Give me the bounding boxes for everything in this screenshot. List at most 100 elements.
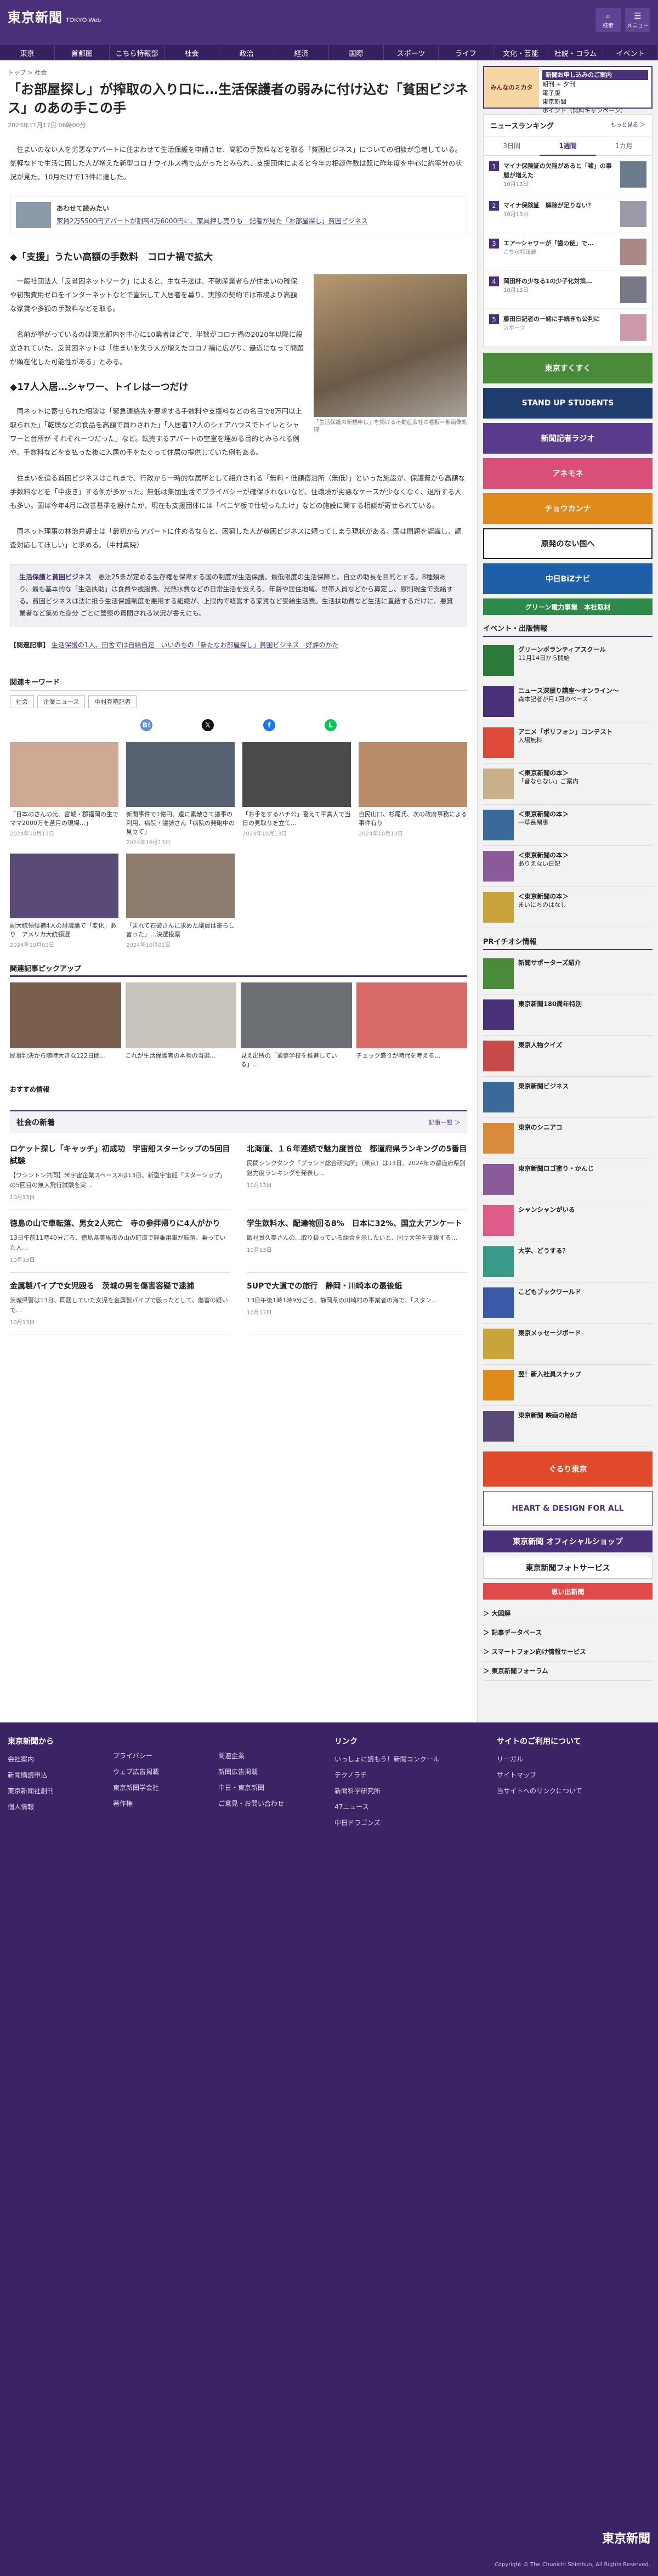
banner-heart-design[interactable]: HEART & DESIGN FOR ALL <box>483 1491 653 1526</box>
footer-link[interactable]: プライバシー <box>113 1751 159 1760</box>
event-item[interactable]: ＜東京新聞の本＞ ありえない日記 <box>483 846 653 887</box>
banner-students[interactable]: STAND UP STUDENTS <box>483 388 653 419</box>
ranking-item[interactable]: 1 マイナ保険証の欠陥があると「嘘」の事態が増えた 10月13日 <box>484 156 652 195</box>
footer-link[interactable]: 新聞科学研究所 <box>334 1786 440 1795</box>
pr-item[interactable]: シャンシャンがいる <box>483 1200 653 1241</box>
footer-link[interactable]: サイトマップ <box>497 1770 582 1780</box>
article-photo[interactable] <box>314 274 467 417</box>
footer-link[interactable]: ウェブ広告掲載 <box>113 1767 159 1776</box>
side-link[interactable]: ＞ 大図解 <box>483 1604 653 1623</box>
footer-link[interactable]: ご意見・お問い合わせ <box>218 1799 284 1808</box>
event-item[interactable]: ＜東京新聞の本＞ まいにちのはなし <box>483 887 653 928</box>
keyword-tag[interactable]: 中村真暁記者 <box>88 695 137 708</box>
search-button[interactable]: ⌕ 検索 <box>595 8 621 32</box>
nav-item[interactable]: ライフ <box>439 45 494 60</box>
footer-link[interactable]: テクノラチ <box>334 1770 440 1780</box>
event-item[interactable]: ＜東京新聞の本＞ 「音ならない」ご案内 <box>483 764 653 805</box>
news-item[interactable]: 徳島の山で車転落、男女2人死亡 寺の参拝帰りに4人がかり 13日午前11時40分ご… <box>10 1218 230 1273</box>
ranking-more-link[interactable]: もっと見る ＞ <box>611 120 645 131</box>
footer-link[interactable]: 新聞購読申込 <box>8 1770 54 1780</box>
nav-item[interactable]: 国際 <box>329 45 384 60</box>
banner-radio[interactable]: 新聞記者ラジオ <box>483 423 653 454</box>
nav-item[interactable]: 社会 <box>164 45 219 60</box>
news-item[interactable]: 金属製パイプで女児殴る 茨城の男を傷害容疑で逮捕 茨城県警は13日、同居していた女… <box>10 1280 230 1335</box>
related-card[interactable]: 自民山口、杉尾氏、次の政府事務による事件有り 2024年10月13日 <box>359 742 467 846</box>
nav-item[interactable]: 首都圏 <box>55 45 110 60</box>
news-item[interactable]: 5UPで大道での旅行 静岡・川崎本の最後紙 13日午後1時1時9分ごろ、静岡県の川… <box>247 1280 467 1335</box>
menu-button[interactable]: ☰ メニュー <box>625 8 650 32</box>
related-link[interactable]: 家賃2万5500円アパートが割高4万6000円に、家具押し売りも 記者が見た「お… <box>56 216 368 227</box>
share-x-icon[interactable]: 𝕏 <box>202 719 214 731</box>
nav-item[interactable]: スポーツ <box>384 45 439 60</box>
pickup-card[interactable]: 見え出所の「通信学校を推進している」… <box>241 982 352 1069</box>
footer-link[interactable]: 会社案内 <box>8 1754 54 1764</box>
footer-logo[interactable]: 東京新聞 <box>602 2529 650 2546</box>
more-link[interactable]: 記事一覧 ＞ <box>429 1118 461 1127</box>
related-card[interactable]: 「お手をするハチ公」喜えて平真人で当日の見取りを立て… 2024年10月13日 <box>242 742 351 846</box>
breadcrumb[interactable]: トップ > 社会 <box>8 68 469 77</box>
related-article-link[interactable]: 生活保護の1人、田舎では自給自足 いいのもの「新たなお部屋探し」貧困ビジネス 好… <box>52 641 339 649</box>
share-line-icon[interactable]: L <box>325 719 337 731</box>
pickup-card[interactable]: 民事判決から随時大きな122日間… <box>10 982 121 1069</box>
news-item[interactable]: 学生飲料水、配達物回る8% 日本に32%、国立大アンケート 飯村貴久美さんの…取り… <box>247 1218 467 1273</box>
footer-link[interactable]: 著作権 <box>113 1799 159 1808</box>
pickup-card[interactable]: チェック盛りが時代を考える… <box>356 982 467 1069</box>
event-item[interactable]: アニメ「ポリフォン」コンテスト 入場無料 <box>483 722 653 764</box>
ranking-item[interactable]: 4 岡田杯の少なる1の少子化対策… 10月13日 <box>484 271 652 309</box>
footer-link[interactable]: 個人情報 <box>8 1802 54 1811</box>
nav-item[interactable]: 東京 <box>0 45 55 60</box>
banner-gurutokyo[interactable]: ぐるり東京 <box>483 1451 653 1487</box>
footer-link[interactable]: 当サイトへのリンクについて <box>497 1786 582 1795</box>
ranking-item[interactable]: 5 藤田日記者の一緒に手続きも公判に スポーツ <box>484 309 652 347</box>
nav-item[interactable]: 経済 <box>274 45 329 60</box>
footer-link[interactable]: 47ニュース <box>334 1802 440 1811</box>
nav-item[interactable]: こちら特報部 <box>110 45 164 60</box>
ranking-item[interactable]: 2 マイナ保険証 解除が足りない？ 10月13日 <box>484 195 652 233</box>
banner-anemone[interactable]: アネモネ <box>483 458 653 489</box>
footer-link[interactable]: 東京新聞学会社 <box>113 1783 159 1792</box>
pr-item[interactable]: 東京のシニアコ <box>483 1118 653 1159</box>
nav-item[interactable]: イベント <box>603 45 658 60</box>
footer-link[interactable]: 中日ドラゴンズ <box>334 1818 440 1827</box>
related-box[interactable]: あわせて読みたい 家賃2万5500円アパートが割高4万6000円に、家具押し売り… <box>10 196 467 234</box>
nav-item[interactable]: 社説・コラム <box>548 45 603 60</box>
news-item[interactable]: ロケット探し「キャッチ」初成功 宇宙船スターシップの5回目試験 【ワシントン共同】… <box>10 1143 230 1210</box>
footer-link[interactable]: 中日・東京新聞 <box>218 1783 284 1792</box>
share-facebook-icon[interactable]: f <box>263 719 275 731</box>
banner-genpatsu[interactable]: 原発のない国へ <box>483 528 653 559</box>
pickup-card[interactable]: これが生活保護者の本物の当選… <box>125 982 236 1069</box>
banner-photo[interactable]: 東京新聞フォトサービス <box>483 1557 653 1579</box>
side-link[interactable]: ＞ スマートフォン向け情報サービス <box>483 1642 653 1662</box>
share-hatena-icon[interactable]: B! <box>140 719 152 731</box>
keyword-tag[interactable]: 企業ニュース <box>37 695 86 708</box>
keyword-tag[interactable]: 社会 <box>10 695 34 708</box>
banner-official-shop[interactable]: 東京新聞 オフィシャルショップ <box>483 1530 653 1552</box>
footer-link[interactable]: 関連企業 <box>218 1751 284 1760</box>
pr-item[interactable]: 東京新聞 映画の秘話 <box>483 1406 653 1447</box>
event-item[interactable]: ＜東京新聞の本＞ 一草長閑事 <box>483 805 653 846</box>
pr-item[interactable]: こどもブックワールド <box>483 1283 653 1324</box>
subscription-ad[interactable]: みんなのミカタ 新聞お申し込みのご案内 朝刊 + 夕刊 電子版 東京新聞 ポイント（無… <box>483 66 653 114</box>
banner-omoide[interactable]: 思い出新聞 <box>483 1583 653 1600</box>
related-card[interactable]: 副大統領候補4人の討議論で「変化」あり アメリカ大統領選 2024年10月02日 <box>10 854 118 948</box>
pr-item[interactable]: 東京新聞180周年特別 <box>483 995 653 1036</box>
pr-item[interactable]: 東京人物クイズ <box>483 1036 653 1077</box>
banner-green[interactable]: グリーン電力事業 本社取材 <box>483 598 653 615</box>
footer-link[interactable]: いっしょに読もう！新聞コンクール <box>334 1754 440 1764</box>
pr-item[interactable]: 翌！新入社員スナップ <box>483 1365 653 1406</box>
nav-item[interactable]: 政治 <box>219 45 274 60</box>
footer-link[interactable]: 新聞広告掲載 <box>218 1767 284 1776</box>
banner-bizs[interactable]: 中日BiZナビ <box>483 563 653 594</box>
banner-sukusuku[interactable]: 東京すくすく <box>483 353 653 383</box>
ranking-tab[interactable]: 3日間 <box>484 137 540 156</box>
related-card[interactable]: 「日本のさんの元、宮城・郡福岡の生でママ2000万を苦月の現場…」 2024年10… <box>10 742 118 846</box>
related-card[interactable]: 「まれて石破さんに求めた議員は寄らし言った」…決選投票 2024年10月01日 <box>126 854 235 948</box>
ranking-item[interactable]: 3 エアーシャワーが「歯の使」で… こちら特報部 <box>484 233 652 271</box>
pr-item[interactable]: 大学、どうする？ <box>483 1241 653 1283</box>
footer-link[interactable]: リーガル <box>497 1754 582 1764</box>
nav-item[interactable]: 文化・芸能 <box>494 45 548 60</box>
side-link[interactable]: ＞ 記事データベース <box>483 1623 653 1642</box>
footer-link[interactable]: 東京新聞社創刊 <box>8 1786 54 1795</box>
side-link[interactable]: ＞ 東京新聞フォーラム <box>483 1662 653 1681</box>
news-item[interactable]: 北海道、１６年連続で魅力度首位 都道府県ランキングの5番目 民間シンクタンク「ブラ… <box>247 1143 467 1210</box>
